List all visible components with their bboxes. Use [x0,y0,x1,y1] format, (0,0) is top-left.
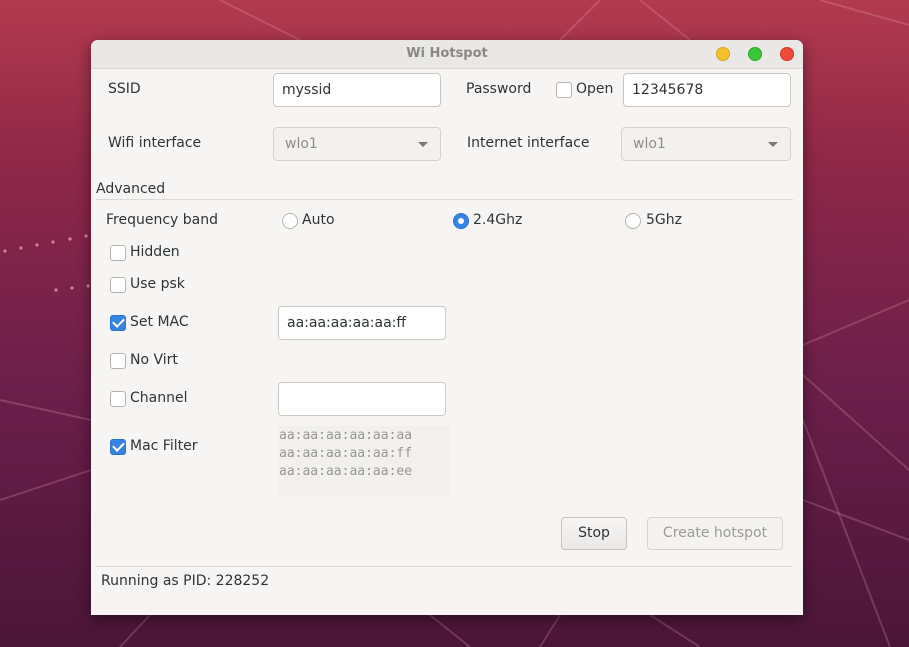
chevron-down-icon [768,142,778,147]
status-separator [96,566,793,567]
stop-button[interactable]: Stop [561,517,627,550]
channel-checkbox[interactable] [110,391,126,407]
open-checkbox[interactable] [556,82,572,98]
mac-filter-line: aa:aa:aa:aa:aa:ff [279,446,413,461]
wi-hotspot-window: Wi Hotspot SSID myssid Password Open 123… [91,40,803,615]
open-label: Open [576,81,614,97]
chevron-down-icon [418,142,428,147]
close-button[interactable] [780,47,794,61]
radio-2-4ghz[interactable] [453,213,469,229]
internet-interface-combo[interactable]: wlo1 [621,127,791,161]
ssid-input[interactable]: myssid [273,73,441,107]
maximize-button[interactable] [748,47,762,61]
status-text: Running as PID: 228252 [101,573,270,589]
password-label: Password [466,81,532,97]
use-psk-checkbox[interactable] [110,277,126,293]
mac-filter-checkbox[interactable] [110,439,126,455]
frequency-band-label: Frequency band [106,212,218,228]
channel-label: Channel [130,390,188,406]
no-virt-label: No Virt [130,352,178,368]
use-psk-label: Use psk [130,276,185,292]
channel-input[interactable] [278,382,446,416]
mac-filter-label: Mac Filter [130,438,198,454]
radio-auto[interactable] [282,213,298,229]
mac-filter-line: aa:aa:aa:aa:aa:aa [279,428,413,443]
window-title: Wi Hotspot [406,46,488,61]
mac-filter-line: aa:aa:aa:aa:aa:ee [279,464,413,479]
radio-2-4ghz-label: 2.4Ghz [473,212,523,228]
mac-filter-textarea[interactable]: aa:aa:aa:aa:aa:aa aa:aa:aa:aa:aa:ff aa:a… [278,426,450,496]
set-mac-checkbox[interactable] [110,315,126,331]
wifi-interface-label: Wifi interface [108,135,202,151]
no-virt-checkbox[interactable] [110,353,126,369]
wifi-interface-value: wlo1 [285,136,318,152]
advanced-separator [96,199,793,200]
set-mac-label: Set MAC [130,314,189,330]
advanced-section-label: Advanced [96,181,166,197]
hidden-label: Hidden [130,244,180,260]
create-hotspot-button[interactable]: Create hotspot [647,517,783,550]
internet-interface-label: Internet interface [467,135,590,151]
radio-auto-label: Auto [302,212,335,228]
hidden-checkbox[interactable] [110,245,126,261]
radio-5ghz[interactable] [625,213,641,229]
title-bar[interactable]: Wi Hotspot [91,40,803,69]
radio-5ghz-label: 5Ghz [646,212,682,228]
ssid-label: SSID [108,81,141,97]
mac-address-input[interactable]: aa:aa:aa:aa:aa:ff [278,306,446,340]
password-input[interactable]: 12345678 [623,73,791,107]
internet-interface-value: wlo1 [633,136,666,152]
wifi-interface-combo[interactable]: wlo1 [273,127,441,161]
minimize-button[interactable] [716,47,730,61]
